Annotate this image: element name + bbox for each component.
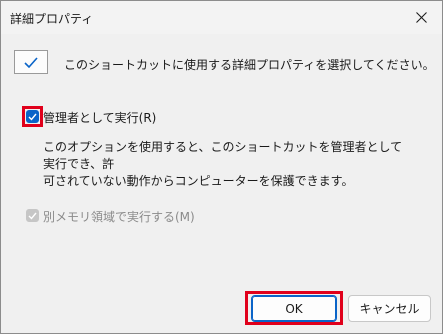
- separate-memory-checkbox: [26, 209, 39, 222]
- cancel-button[interactable]: キャンセル: [348, 295, 431, 322]
- description-line-1: このオプションを使用すると、このショートカットを管理者として実行でき、許: [43, 140, 403, 171]
- checkmark-icon: [28, 113, 37, 121]
- title-bar: 詳細プロパティ: [1, 1, 442, 34]
- header-instruction: このショートカットに使用する詳細プロパティを選択してください。: [64, 58, 435, 72]
- ok-button[interactable]: OK: [251, 295, 337, 322]
- run-as-admin-label[interactable]: 管理者として実行(R): [43, 109, 156, 126]
- separate-memory-label: 別メモリ領域で実行する(M): [43, 210, 195, 224]
- run-as-admin-checkbox[interactable]: [26, 110, 39, 123]
- description-line-2: 可されていない動作からコンピューターを保護できます。: [43, 174, 354, 188]
- checkmark-icon: [28, 212, 37, 220]
- shortcut-properties-icon: [14, 50, 48, 74]
- run-as-admin-row[interactable]: [26, 110, 39, 123]
- dialog-title: 詳細プロパティ: [10, 12, 94, 26]
- separate-memory-row: [26, 209, 39, 222]
- checkmark-icon: [24, 56, 38, 68]
- close-icon: [415, 11, 427, 23]
- run-as-admin-description: このオプションを使用すると、このショートカットを管理者として実行でき、許 可され…: [43, 139, 403, 190]
- close-button[interactable]: [406, 3, 436, 31]
- advanced-properties-dialog: 詳細プロパティ このショートカットに使用する詳細プロパティを選択してください。 …: [0, 0, 443, 334]
